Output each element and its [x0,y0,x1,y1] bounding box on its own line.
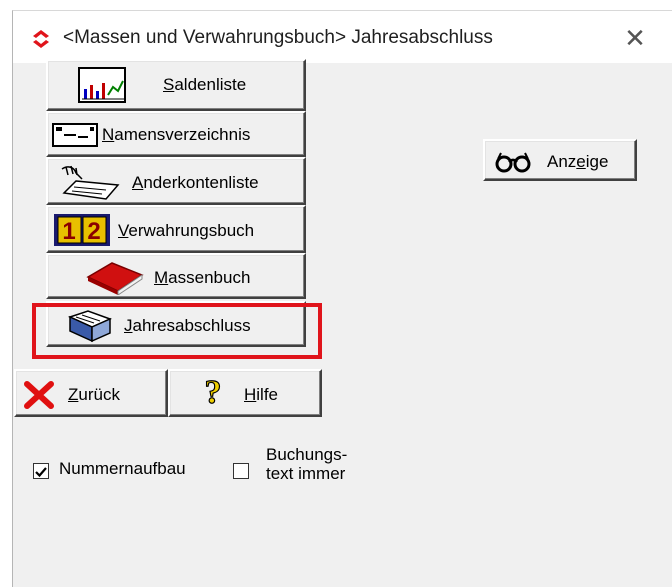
verwahrungsbuch-label: erwahrungsbuch [128,221,255,240]
app-window: <Massen und Verwahrungsbuch> Jahresabsch… [12,10,672,587]
zurueck-button[interactable]: Zurück [14,369,168,417]
zurueck-mnemonic: Z [68,385,79,404]
saldenliste-button[interactable]: Saldenliste [46,59,306,111]
red-x-icon [24,381,54,409]
anzeige-label-rest: ige [585,152,609,171]
buchungstext-label: Buchungs- text immer [266,445,347,483]
hilfe-button[interactable]: ? Hilfe [168,369,322,417]
massenbuch-button[interactable]: Massenbuch [46,253,306,299]
svg-text:1: 1 [62,218,75,245]
svg-text:?: ? [205,375,222,411]
hilfe-label: ilfe [256,385,279,404]
anzeige-label-pre: Anz [547,152,577,171]
selection-highlight [32,303,322,359]
massenbuch-label: assenbuch [168,268,251,287]
namensverzeichnis-mnemonic: N [102,125,115,144]
red-book-icon [86,262,144,295]
glasses-icon [495,152,531,173]
hilfe-mnemonic: H [244,385,257,404]
anzeige-mnemonic: e [576,152,586,171]
card-icon [52,123,98,147]
chart-icon [78,67,126,103]
verwahrungsbuch-button[interactable]: 1 2 Verwahrungsbuch [46,205,306,253]
client-area: Saldenliste Namensverzeichnis Anderkonte… [13,59,672,587]
nummernaufbau-checkbox[interactable] [33,463,49,479]
hand-document-icon [61,165,120,200]
question-icon: ? [204,375,222,411]
buchungstext-label-line2: text immer [266,464,346,483]
title-bar: <Massen und Verwahrungsbuch> Jahresabsch… [13,11,672,63]
number-12-icon: 1 2 [54,214,110,246]
anderkontenliste-button[interactable]: Anderkontenliste [46,157,306,205]
anderkontenliste-mnemonic: A [132,173,144,192]
close-button[interactable]: ✕ [620,23,650,53]
anderkontenliste-label: nderkontenliste [143,173,259,192]
nummernaufbau-label: Nummernaufbau [59,459,186,478]
svg-text:2: 2 [87,218,100,245]
app-logo-icon [33,30,49,48]
checkmark-icon [35,467,47,478]
saldenliste-label: aldenliste [174,75,247,94]
massenbuch-mnemonic: M [154,268,169,287]
zurueck-label: urück [78,385,120,404]
close-icon: ✕ [624,23,646,53]
namensverzeichnis-label: amensverzeichnis [114,125,251,144]
namensverzeichnis-button[interactable]: Namensverzeichnis [46,111,306,157]
window-title: <Massen und Verwahrungsbuch> Jahresabsch… [63,27,493,48]
anzeige-button[interactable]: Anzeige [483,139,637,181]
buchungstext-checkbox[interactable] [233,463,249,479]
saldenliste-mnemonic: S [163,75,175,94]
verwahrungsbuch-mnemonic: V [118,221,129,240]
buchungstext-label-line1: Buchungs- [266,445,348,464]
